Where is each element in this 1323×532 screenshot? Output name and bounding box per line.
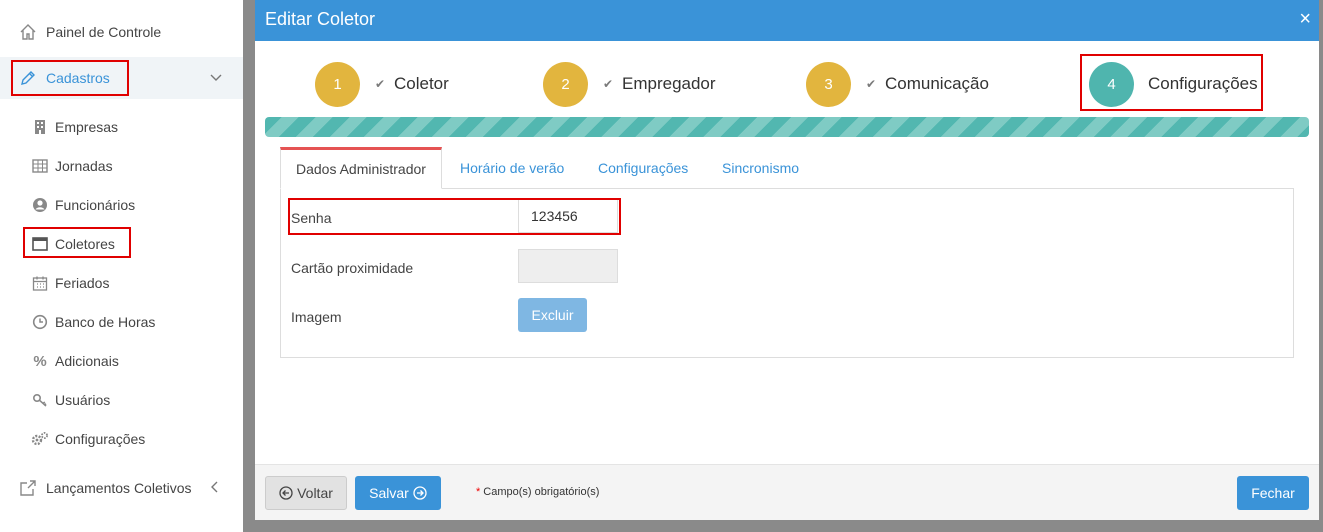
required-text: Campo(s) obrigatório(s) <box>483 486 600 498</box>
check-icon: ✔ <box>603 77 614 91</box>
wizard-progress-bar <box>265 117 1309 137</box>
highlight-step-4 <box>1080 54 1263 111</box>
sidebar-item-label: Lançamentos Coletivos <box>46 480 192 496</box>
close-icon[interactable]: × <box>1299 9 1311 29</box>
voltar-button[interactable]: Voltar <box>265 476 347 510</box>
sidebar-item-label: Feriados <box>55 275 110 291</box>
cartao-input[interactable] <box>518 249 618 283</box>
modal-title: Editar Coletor <box>265 9 376 29</box>
sidebar-item-label: Banco de Horas <box>55 314 156 330</box>
step-number: 2 <box>543 62 588 107</box>
sidebar-item-feriados[interactable]: Feriados <box>0 268 243 298</box>
sidebar-item-label: Painel de Controle <box>46 24 162 40</box>
sidebar-item-funcionarios[interactable]: Funcionários <box>0 190 243 220</box>
modal-footer: Voltar Salvar * Campo(s) obrigatório(s) F… <box>255 464 1319 520</box>
required-note: * Campo(s) obrigatório(s) <box>476 486 599 498</box>
sidebar-item-label: Adicionais <box>55 353 119 369</box>
sidebar-item-painel[interactable]: Painel de Controle <box>0 11 243 53</box>
building-icon <box>31 118 49 136</box>
gears-icon <box>31 430 49 448</box>
excluir-button[interactable]: Excluir <box>518 298 587 332</box>
sidebar-item-label: Jornadas <box>55 158 113 174</box>
sidebar: Painel de Controle Cadastros Empresas Jo… <box>0 0 243 532</box>
user-circle-icon <box>31 196 49 214</box>
table-icon <box>31 157 49 175</box>
tab-dados-administrador[interactable]: Dados Administrador <box>280 147 442 189</box>
highlight-coletores <box>23 227 131 258</box>
check-icon: ✔ <box>375 77 386 91</box>
modal-header: Editar Coletor × <box>255 0 1319 41</box>
sidebar-item-banco-horas[interactable]: Banco de Horas <box>0 307 243 337</box>
sidebar-item-lancamentos[interactable]: Lançamentos Coletivos <box>0 467 243 509</box>
check-icon: ✔ <box>866 77 877 91</box>
sidebar-item-adicionais[interactable]: % Adicionais <box>0 346 243 376</box>
percent-icon: % <box>33 352 47 370</box>
required-mark: * <box>476 486 481 498</box>
highlight-senha <box>288 198 621 235</box>
tab-horario-verao[interactable]: Horário de verão <box>460 147 564 189</box>
chevron-left-icon <box>210 481 218 496</box>
chevron-down-icon <box>210 71 222 85</box>
calendar-icon <box>31 274 49 292</box>
arrow-left-circle-icon <box>279 486 293 500</box>
home-icon <box>18 22 38 42</box>
sidebar-item-usuarios[interactable]: Usuários <box>0 385 243 415</box>
clock-icon <box>31 313 49 331</box>
sidebar-item-jornadas[interactable]: Jornadas <box>0 151 243 181</box>
imagem-label: Imagem <box>291 309 342 325</box>
key-icon <box>31 391 49 409</box>
tabs-bar: Dados Administrador Horário de verão Con… <box>280 147 1294 189</box>
sidebar-item-label: Empresas <box>55 119 119 135</box>
highlight-cadastros <box>11 60 129 96</box>
sidebar-item-label: Configurações <box>55 431 146 447</box>
voltar-label: Voltar <box>297 485 333 501</box>
tab-configuracoes[interactable]: Configurações <box>598 147 688 189</box>
tab-sincronismo[interactable]: Sincronismo <box>722 147 799 189</box>
salvar-label: Salvar <box>369 485 409 501</box>
share-icon <box>18 478 38 498</box>
step-label: Coletor <box>394 74 449 93</box>
sidebar-item-label: Usuários <box>55 392 111 408</box>
step-number: 1 <box>315 62 360 107</box>
step-label: Comunicação <box>885 74 989 93</box>
salvar-button[interactable]: Salvar <box>355 476 441 510</box>
arrow-right-circle-icon <box>413 486 427 500</box>
sidebar-item-configuracoes[interactable]: Configurações <box>0 424 243 454</box>
edit-collector-modal: Editar Coletor × 1 ✔ Coletor 2 ✔ Emprega… <box>255 0 1319 520</box>
step-number: 3 <box>806 62 851 107</box>
step-label: Empregador <box>622 74 716 93</box>
sidebar-item-empresas[interactable]: Empresas <box>0 112 243 142</box>
cartao-label: Cartão proximidade <box>291 260 414 276</box>
sidebar-item-label: Funcionários <box>55 197 136 213</box>
fechar-button[interactable]: Fechar <box>1237 476 1309 510</box>
